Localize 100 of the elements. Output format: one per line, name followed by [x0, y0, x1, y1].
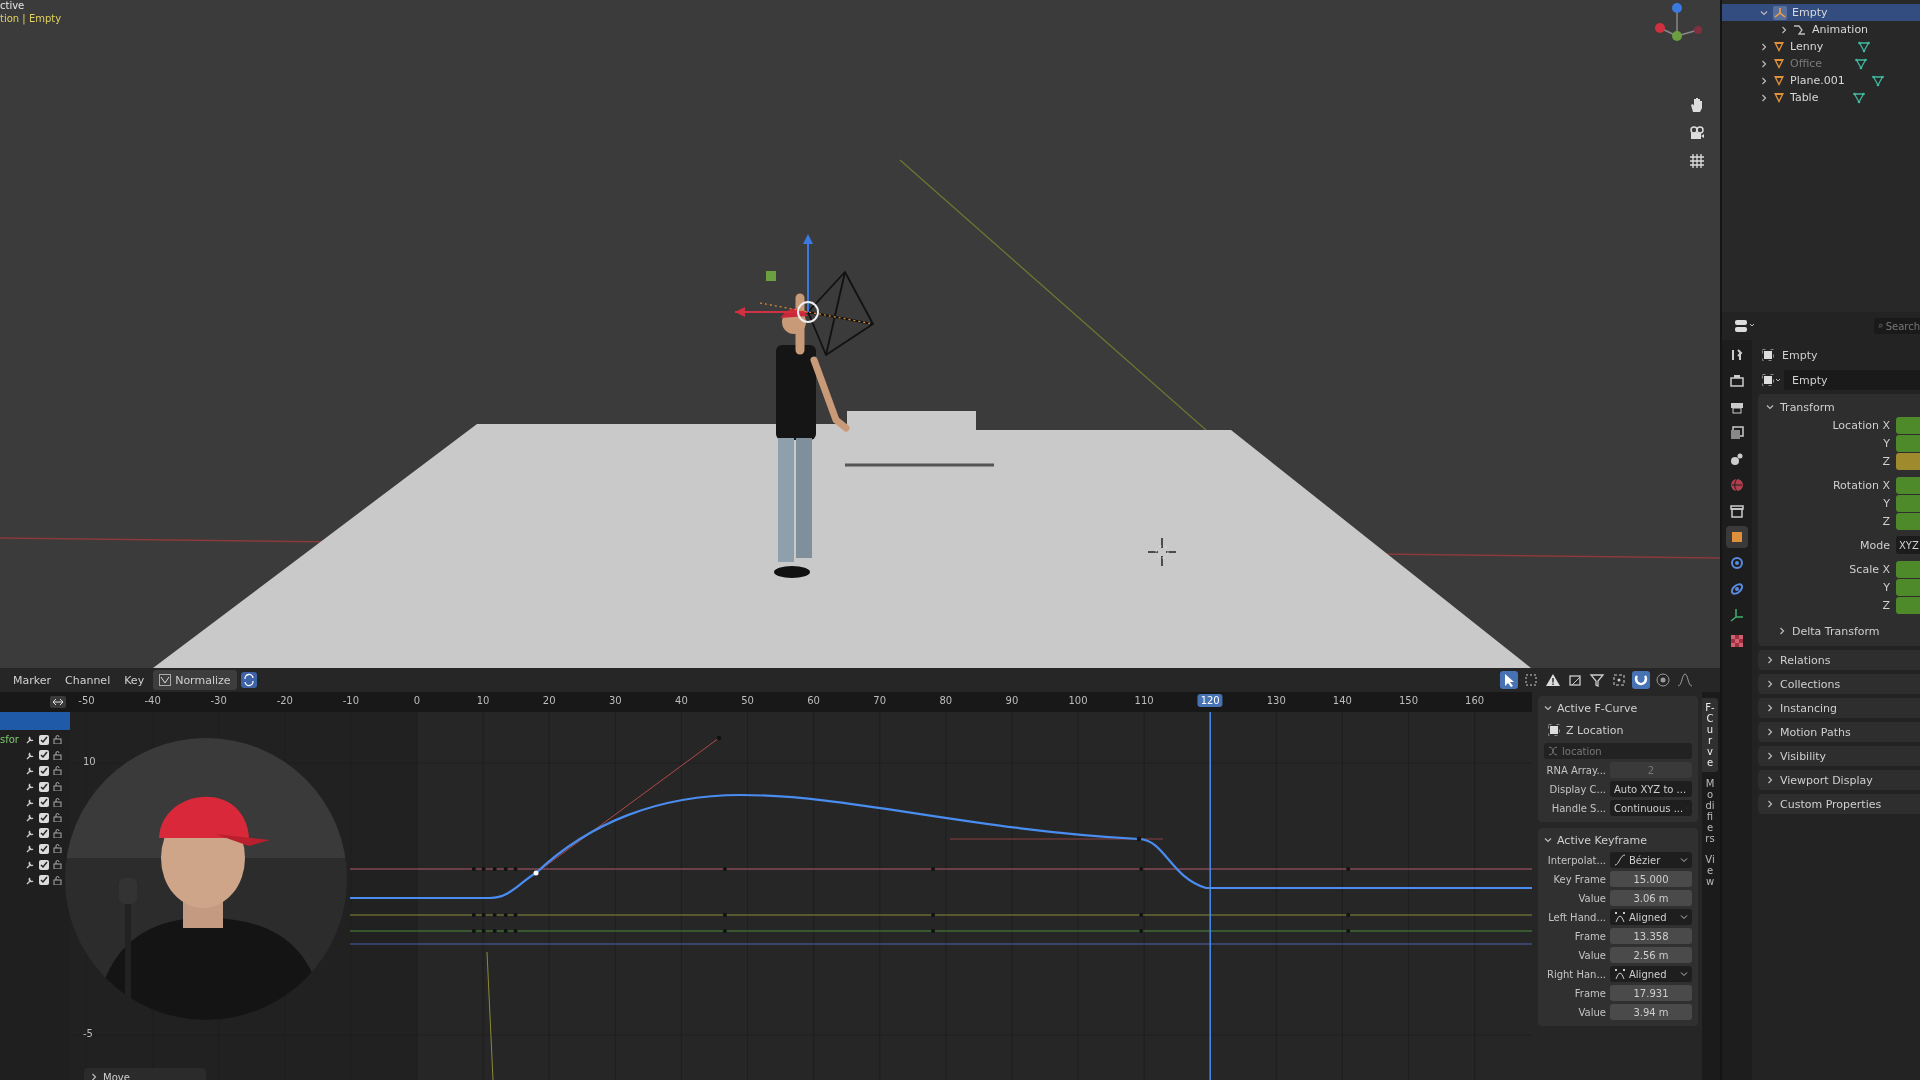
chevron-right-icon[interactable] [1766, 800, 1774, 808]
checkbox[interactable] [39, 875, 49, 886]
dropdown[interactable]: Bézier [1610, 852, 1692, 868]
chevron-right-icon[interactable] [1766, 656, 1774, 664]
chevron-down-icon[interactable] [1766, 403, 1774, 411]
checkbox[interactable] [39, 843, 49, 854]
chevron-down-icon[interactable] [1760, 8, 1768, 17]
pivot-toggle[interactable] [1610, 671, 1628, 689]
panel-title[interactable]: Active F-Curve [1557, 701, 1638, 715]
normalize-button[interactable]: Normalize [153, 670, 237, 690]
number-field[interactable]: 17.931 [1610, 985, 1692, 1001]
value-field[interactable] [1896, 434, 1920, 452]
lock-icon[interactable] [53, 782, 62, 792]
menu-item[interactable]: Marker [8, 671, 57, 689]
chevron-right-icon[interactable] [1766, 680, 1774, 688]
last-operator-panel[interactable]: Move [84, 1068, 206, 1080]
lock-icon[interactable] [53, 766, 62, 776]
chevron-down-icon[interactable] [1544, 704, 1552, 712]
checkbox[interactable] [39, 797, 49, 808]
circle-dot-toggle[interactable] [1654, 671, 1672, 689]
wrench-icon[interactable] [26, 750, 35, 760]
lock-icon[interactable] [53, 844, 62, 854]
checkbox[interactable] [39, 828, 49, 839]
keyframe-dot[interactable] [931, 867, 936, 871]
value-field[interactable] [1896, 578, 1920, 596]
f-curve[interactable] [486, 951, 494, 1080]
lock-icon[interactable] [53, 828, 62, 838]
dropdown[interactable]: Aligned [1610, 966, 1692, 982]
name-field[interactable]: Empty [1784, 370, 1920, 390]
lock-icon[interactable] [53, 750, 62, 760]
keyframe-dot[interactable] [931, 913, 936, 917]
square-icon[interactable] [1762, 373, 1782, 387]
chevron-right-icon[interactable] [1766, 752, 1774, 760]
keyframe-dot[interactable] [481, 929, 486, 933]
keyframe-dot[interactable] [513, 929, 518, 933]
keyframe-dot[interactable] [503, 867, 508, 871]
value-field[interactable] [1896, 452, 1920, 470]
refresh-icon[interactable] [240, 672, 257, 688]
wrench-icon[interactable] [26, 797, 35, 807]
checkbox[interactable] [39, 766, 49, 776]
keyframe-dot[interactable] [513, 867, 518, 871]
keyframe-dot[interactable] [492, 929, 497, 933]
keyframe-dot[interactable] [1346, 867, 1351, 871]
falloff-curve-toggle[interactable] [1676, 671, 1694, 689]
outliner-row[interactable]: Plane.001 [1722, 72, 1920, 89]
chevron-right-icon[interactable] [1766, 728, 1774, 736]
value-field[interactable] [1896, 476, 1920, 494]
keyframe-dot[interactable] [471, 867, 476, 871]
lock-icon[interactable] [53, 875, 62, 885]
outliner-row[interactable]: Table [1722, 89, 1920, 106]
data-path-field[interactable]: location [1544, 743, 1692, 759]
chevron-right-icon[interactable] [1780, 25, 1788, 34]
value-field[interactable] [1896, 416, 1920, 434]
editor-type-icon[interactable] [1734, 319, 1756, 333]
number-field[interactable]: 15.000 [1610, 871, 1692, 887]
lock-icon[interactable] [53, 735, 62, 745]
number-field[interactable]: 3.06 m [1610, 890, 1692, 906]
keyframe-dot[interactable] [471, 913, 476, 917]
outliner-row[interactable]: Empty [1722, 4, 1920, 21]
cursor-toggle[interactable] [1500, 671, 1518, 689]
panel-title[interactable]: Active Keyframe [1557, 833, 1648, 847]
checkbox[interactable] [39, 781, 49, 792]
chevron-right-icon[interactable] [1766, 776, 1774, 784]
channel-name[interactable]: sfor [0, 734, 19, 746]
magnet-toggle[interactable] [1632, 671, 1650, 689]
grid-icon[interactable] [1688, 152, 1706, 170]
wrench-icon[interactable] [26, 735, 35, 745]
wrench-icon[interactable] [26, 828, 35, 838]
checkbox[interactable] [39, 750, 49, 761]
dropdown[interactable]: Continuous ... [1610, 800, 1692, 816]
menu-item[interactable]: Key [119, 671, 150, 689]
keyframe-dot[interactable] [513, 913, 518, 917]
checkbox[interactable] [39, 859, 49, 870]
wrench-icon[interactable] [26, 860, 35, 870]
keyframe-dot[interactable] [1139, 929, 1144, 933]
checkbox[interactable] [39, 812, 49, 823]
keyframe-dot[interactable] [481, 867, 486, 871]
wrench-icon[interactable] [26, 875, 35, 885]
keyframe-dot[interactable] [471, 929, 476, 933]
keyframe-dot[interactable] [1139, 913, 1144, 917]
wrench-icon[interactable] [26, 813, 35, 823]
wrench-icon[interactable] [26, 844, 35, 854]
lock-icon[interactable] [53, 813, 62, 823]
keyframe-dot[interactable] [503, 929, 508, 933]
dropdown[interactable]: XYZ [1896, 536, 1920, 554]
keyframe-dot[interactable] [492, 913, 497, 917]
subpanel-title[interactable]: Delta Transform [1792, 624, 1880, 638]
chevron-down-icon[interactable] [1544, 836, 1552, 844]
checkbox[interactable] [39, 734, 49, 745]
outliner-row[interactable]: Lenny [1722, 38, 1920, 55]
keyframe-dot[interactable] [722, 867, 727, 871]
chevron-right-icon[interactable] [1778, 627, 1786, 635]
value-field[interactable] [1896, 494, 1920, 512]
current-frame-indicator[interactable]: 120 [1197, 694, 1223, 707]
keyframe-dot[interactable] [722, 913, 727, 917]
chevron-right-icon[interactable] [90, 1073, 98, 1080]
dropdown[interactable]: Auto XYZ to ... [1610, 781, 1692, 797]
menu-item[interactable]: Channel [60, 671, 116, 689]
lock-icon[interactable] [53, 860, 62, 870]
sidebar-tab[interactable]: View [1702, 850, 1718, 891]
